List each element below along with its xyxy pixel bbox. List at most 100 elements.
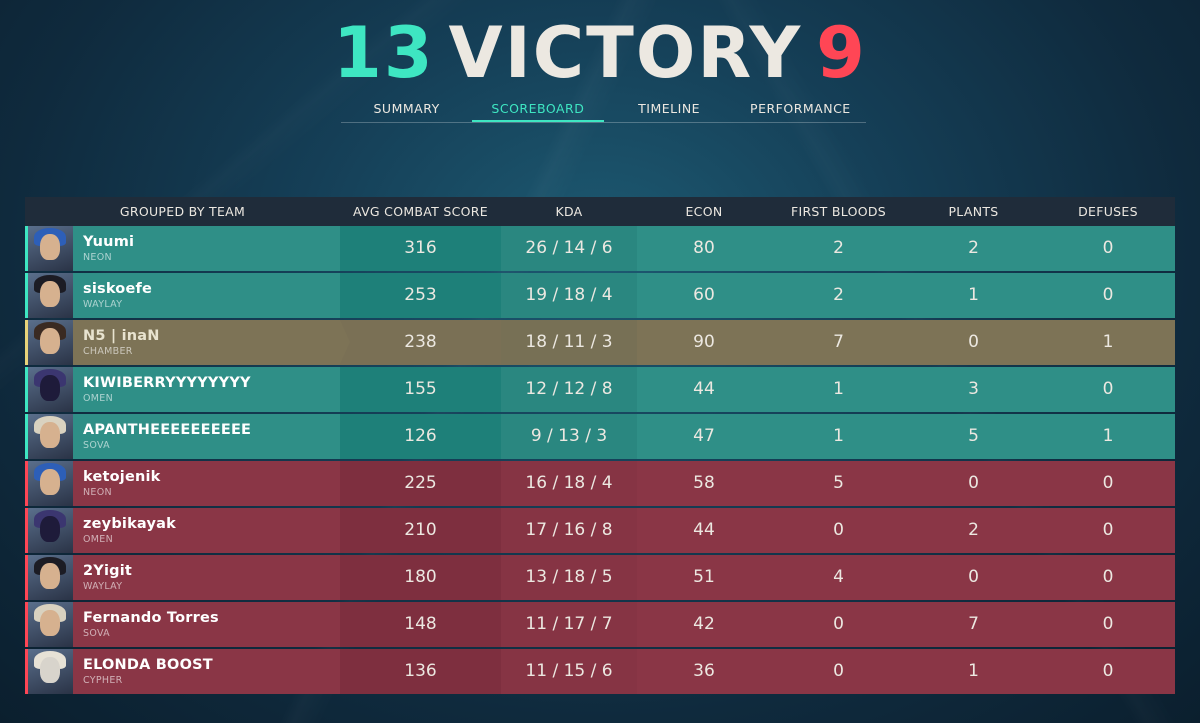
player-cell: Yuumi NEON [25,226,340,271]
defuses-value: 0 [1102,661,1114,681]
agent-portrait-cypher [28,649,73,694]
defuses-value: 1 [1102,426,1114,446]
column-header-first-bloods[interactable]: FIRST BLOODS [771,204,906,219]
agent-name: NEON [83,252,112,263]
tab-scoreboard[interactable]: SCOREBOARD [472,96,604,122]
agent-name: NEON [83,487,112,498]
team-score: 13 [333,12,435,94]
table-row[interactable]: APANTHEEEEEEEEEE SOVA 126 9 / 13 / 3 47 1… [25,414,1175,459]
table-row[interactable]: 2Yigit WAYLAY 180 13 / 18 / 5 51 4 0 0 [25,555,1175,600]
scoreboard-table: GROUPED BY TEAM AVG COMBAT SCORE KDA ECO… [25,197,1175,696]
defuses-value: 0 [1102,567,1114,587]
player-cell: zeybikayak OMEN [25,508,340,553]
first-bloods-value: 5 [833,473,844,493]
player-name: APANTHEEEEEEEEEE [83,422,252,438]
player-name: ketojenik [83,469,161,485]
plants-value: 7 [968,614,979,634]
tab-performance[interactable]: PERFORMANCE [735,96,866,122]
first-bloods-value: 0 [833,661,844,681]
econ-value: 44 [693,520,715,540]
kda-value: 16 / 18 / 4 [501,461,637,506]
plants-value: 1 [968,661,979,681]
econ-value: 36 [693,661,715,681]
player-cell: APANTHEEEEEEEEEE SOVA [25,414,340,459]
table-row[interactable]: Yuumi NEON 316 26 / 14 / 6 80 2 2 0 [25,226,1175,271]
defuses-value: 0 [1102,379,1114,399]
table-row[interactable]: Fernando Torres SOVA 148 11 / 17 / 7 42 0… [25,602,1175,647]
kda-value: 11 / 15 / 6 [501,649,637,694]
agent-portrait-neon [28,226,73,271]
acs-value: 180 [340,555,501,600]
defuses-value: 0 [1102,614,1114,634]
table-row[interactable]: KIWIBERRYYYYYYYY OMEN 155 12 / 12 / 8 44 … [25,367,1175,412]
kda-value: 11 / 17 / 7 [501,602,637,647]
kda-value: 19 / 18 / 4 [501,273,637,318]
player-cell: N5 | inaN CHAMBER [25,320,350,365]
kda-value: 9 / 13 / 3 [501,414,637,459]
kda-value: 17 / 16 / 8 [501,508,637,553]
econ-value: 44 [693,379,715,399]
player-name: N5 | inaN [83,328,160,344]
player-name: ELONDA BOOST [83,657,213,673]
agent-portrait-neon [28,461,73,506]
acs-value: 238 [340,320,501,365]
econ-value: 47 [693,426,715,446]
agent-name: CHAMBER [83,346,133,357]
table-row[interactable]: ELONDA BOOST CYPHER 136 11 / 15 / 6 36 0 … [25,649,1175,694]
first-bloods-value: 2 [833,238,844,258]
player-cell: siskoefe WAYLAY [25,273,340,318]
defuses-value: 0 [1102,285,1114,305]
first-bloods-value: 0 [833,614,844,634]
agent-portrait-waylay [28,273,73,318]
player-name: siskoefe [83,281,153,297]
first-bloods-value: 1 [833,426,844,446]
acs-value: 253 [340,273,501,318]
plants-value: 0 [968,332,979,352]
match-tabs: SUMMARY SCOREBOARD TIMELINE PERFORMANCE [341,96,866,123]
match-result-header: 13 VICTORY 9 [0,8,1200,98]
first-bloods-value: 4 [833,567,844,587]
player-cell: 2Yigit WAYLAY [25,555,340,600]
column-header-team[interactable]: GROUPED BY TEAM [25,204,340,219]
enemy-score: 9 [816,12,867,94]
agent-portrait-sova [28,602,73,647]
agent-name: WAYLAY [83,581,123,592]
column-header-econ[interactable]: ECON [637,204,771,219]
agent-name: OMEN [83,534,113,545]
econ-value: 51 [693,567,715,587]
player-cell: KIWIBERRYYYYYYYY OMEN [25,367,340,412]
kda-value: 13 / 18 / 5 [501,555,637,600]
acs-value: 316 [340,226,501,271]
column-header-plants[interactable]: PLANTS [906,204,1041,219]
table-row[interactable]: ketojenik NEON 225 16 / 18 / 4 58 5 0 0 [25,461,1175,506]
acs-value: 225 [340,461,501,506]
player-name: Fernando Torres [83,610,219,626]
agent-name: CYPHER [83,675,123,686]
tab-timeline[interactable]: TIMELINE [604,96,735,122]
agent-portrait-sova [28,414,73,459]
acs-value: 126 [340,414,501,459]
first-bloods-value: 0 [833,520,844,540]
econ-value: 60 [693,285,715,305]
kda-value: 26 / 14 / 6 [501,226,637,271]
table-row[interactable]: zeybikayak OMEN 210 17 / 16 / 8 44 0 2 0 [25,508,1175,553]
player-cell: Fernando Torres SOVA [25,602,340,647]
player-cell: ELONDA BOOST CYPHER [25,649,340,694]
tab-summary[interactable]: SUMMARY [341,96,472,122]
econ-value: 58 [693,473,715,493]
agent-name: SOVA [83,440,110,451]
plants-value: 0 [968,567,979,587]
player-name: zeybikayak [83,516,176,532]
player-name: 2Yigit [83,563,133,579]
column-header-kda[interactable]: KDA [501,204,637,219]
plants-value: 0 [968,473,979,493]
column-header-acs[interactable]: AVG COMBAT SCORE [340,204,501,219]
table-row[interactable]: siskoefe WAYLAY 253 19 / 18 / 4 60 2 1 0 [25,273,1175,318]
acs-value: 136 [340,649,501,694]
table-row-self[interactable]: N5 | inaN CHAMBER 238 18 / 11 / 3 90 7 0 … [25,320,1175,365]
econ-value: 90 [693,332,715,352]
first-bloods-value: 1 [833,379,844,399]
column-header-defuses[interactable]: DEFUSES [1041,204,1175,219]
player-name: KIWIBERRYYYYYYYY [83,375,251,391]
agent-portrait-waylay [28,555,73,600]
